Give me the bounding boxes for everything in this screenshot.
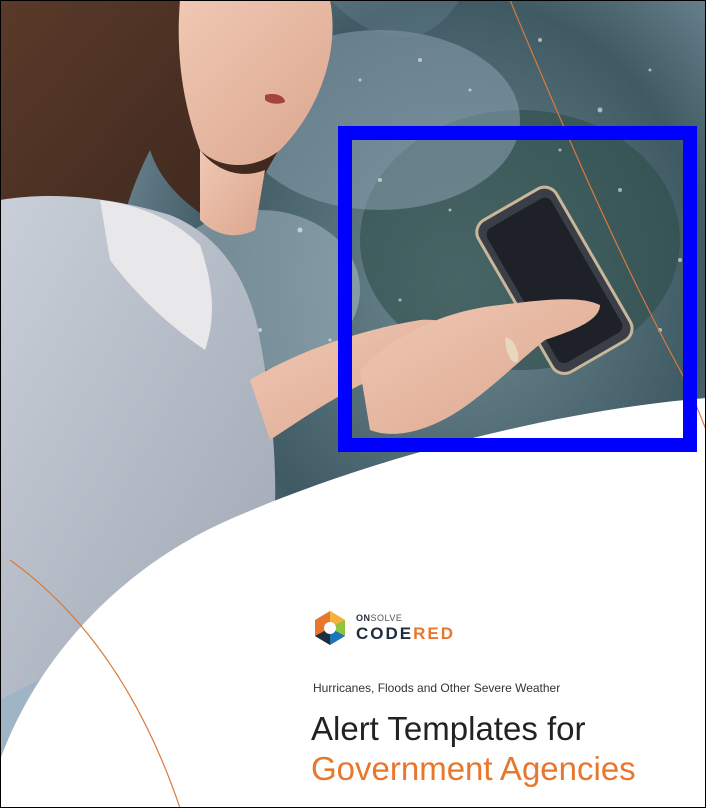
brand-name: CODERED bbox=[356, 624, 456, 643]
onsolve-codered-logo: ONSOLVE CODERED bbox=[312, 610, 455, 646]
document-cover: ONSOLVE CODERED Hurricanes, Floods and O… bbox=[0, 0, 706, 808]
cover-subtitle: Hurricanes, Floods and Other Severe Weat… bbox=[313, 681, 561, 695]
brand-prefix: ONSOLVE bbox=[356, 613, 403, 623]
logo-mark-icon bbox=[315, 611, 345, 645]
title-line-2: Government Agencies bbox=[311, 750, 636, 787]
title-line-1: Alert Templates for bbox=[311, 710, 586, 747]
cover-title: Alert Templates for Government Agencies bbox=[311, 709, 636, 789]
